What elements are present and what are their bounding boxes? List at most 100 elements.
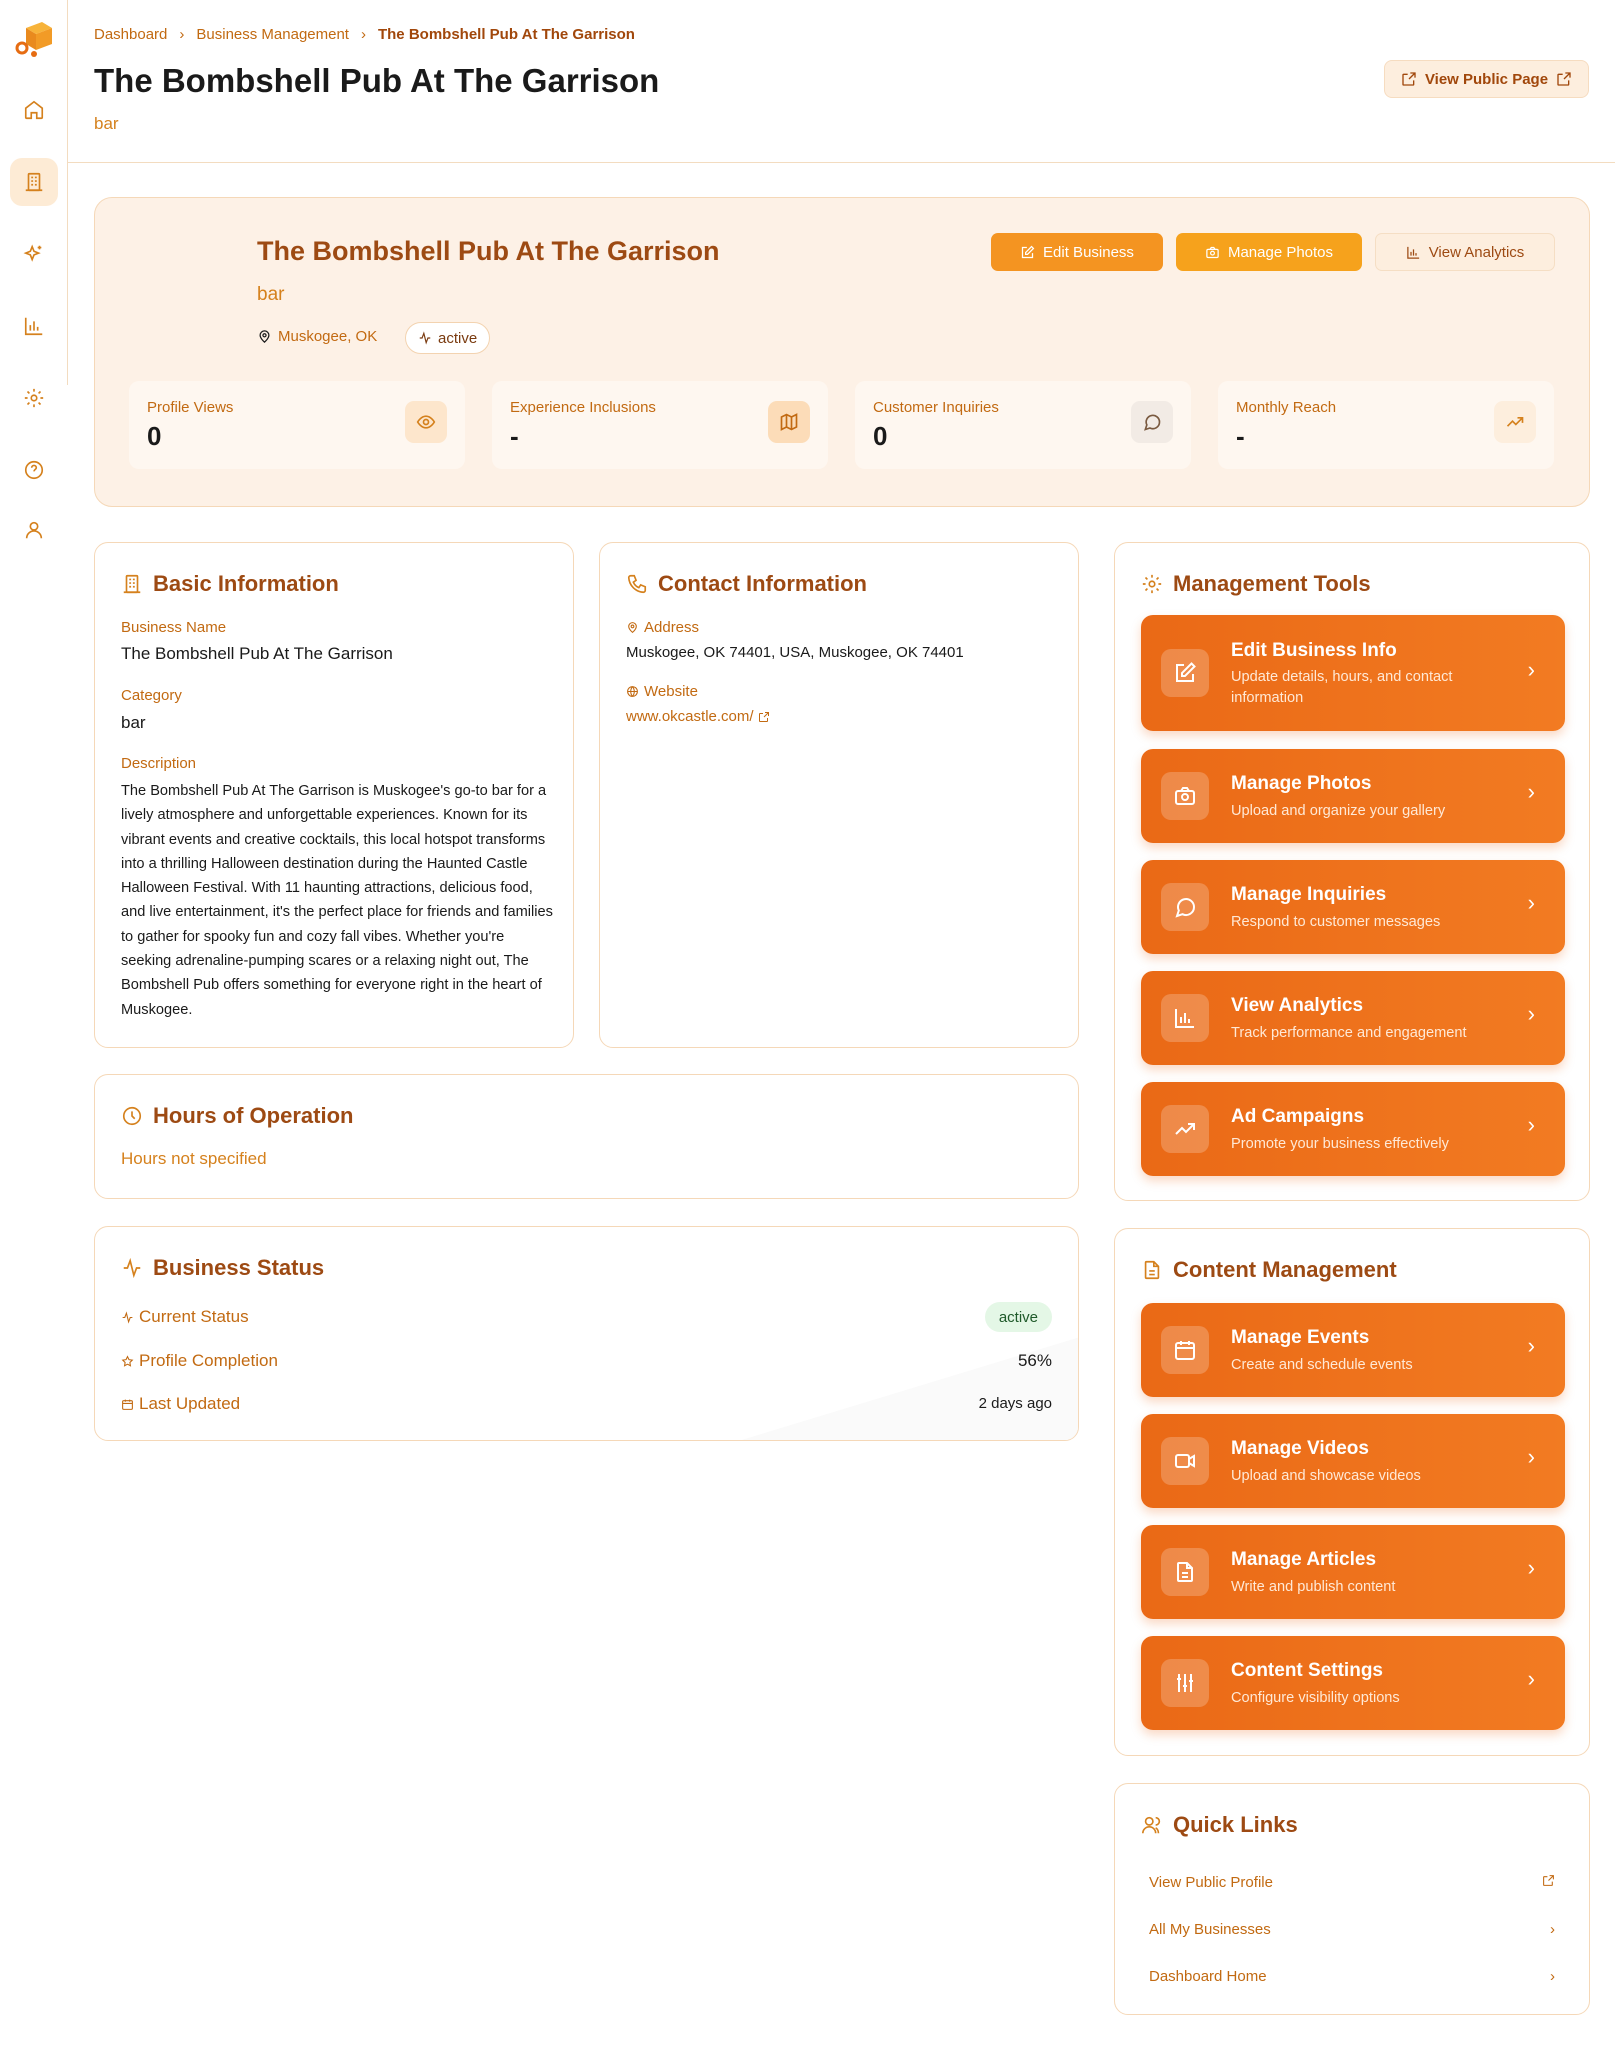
business-hero-card: The Bombshell Pub At The Garrison bar Mu… [94,197,1590,507]
last-updated-value: 2 days ago [978,1395,1052,1412]
tile-subtitle: Track performance and engagement [1231,1025,1467,1041]
stat-label: Experience Inclusions [510,399,656,416]
message-circle-icon [1131,401,1173,443]
description-text: The Bombshell Pub At The Garrison is Mus… [121,783,553,1018]
hours-of-operation-card: Hours of Operation Hours not specified [94,1074,1079,1199]
manage-inquiries-tile[interactable]: Manage Inquiries Respond to customer mes… [1141,860,1565,954]
chevron-right-icon: › [1527,1112,1535,1137]
tile-subtitle: Upload and organize your gallery [1231,803,1446,819]
stat-value: 0 [873,421,888,451]
business-status-title: Business Status [121,1255,324,1281]
status-badge-text: active [438,329,478,347]
page-title: The Bombshell Pub At The Garrison [94,62,660,99]
view-public-page-button[interactable]: View Public Page [1384,60,1589,98]
manage-photos-tile[interactable]: Manage Photos Upload and organize your g… [1141,749,1565,843]
basic-information-title: Basic Information [121,571,339,597]
map-pin-icon [259,330,270,343]
tile-title: Manage Articles [1231,1549,1377,1570]
home-icon [24,100,44,120]
sliders-icon [1161,1659,1209,1707]
chevron-right-icon: › [1527,890,1535,915]
help-circle-icon [24,460,44,480]
manage-articles-tile[interactable]: Manage Articles Write and publish conten… [1141,1525,1565,1619]
last-updated-label: Last Updated [121,1394,240,1414]
edit-business-label: Edit Business [1043,243,1134,261]
users-icon [1142,1816,1161,1834]
sidebar-item-profile[interactable] [10,506,58,554]
external-link-icon [1402,72,1416,86]
status-badge: active [405,322,491,354]
sidebar-item-experiences[interactable] [10,230,58,278]
quick-link-dashboard-home[interactable]: Dashboard Home › [1149,1968,1555,1985]
view-analytics-tile[interactable]: View Analytics Track performance and eng… [1141,971,1565,1065]
stat-label: Profile Views [147,399,234,416]
quick-links-title: Quick Links [1141,1812,1298,1838]
edit-business-button[interactable]: Edit Business [991,233,1163,271]
tile-subtitle: Write and publish content [1231,1579,1396,1595]
building-icon [123,574,141,594]
sidebar-item-analytics[interactable] [10,302,58,350]
file-text-icon [1161,1548,1209,1596]
video-icon [1161,1437,1209,1485]
chevron-right-icon: › [1527,1444,1535,1469]
ad-campaigns-tile[interactable]: Ad Campaigns Promote your business effec… [1141,1082,1565,1176]
manage-photos-button[interactable]: Manage Photos [1176,233,1362,271]
basic-information-card: Basic Information Business Name The Bomb… [94,542,574,1048]
breadcrumb-current: The Bombshell Pub At The Garrison [377,26,635,43]
category-label: Category [121,687,182,704]
sidebar-item-help[interactable] [10,446,58,494]
stat-value: - [1236,421,1245,451]
user-icon [25,521,43,539]
business-status-card: Business Status Current Status active Pr… [94,1226,1079,1441]
profile-completion-value: 56% [1017,1351,1052,1370]
sidebar-item-settings[interactable] [10,374,58,422]
card-title-text: Management Tools [1173,571,1371,596]
management-tools-title: Management Tools [1141,571,1371,597]
card-title-text: Contact Information [658,571,867,596]
quick-link-label: Dashboard Home [1149,1968,1267,1985]
view-analytics-label: View Analytics [1428,243,1525,261]
stat-experience-inclusions: Experience Inclusions - [492,381,828,469]
content-management-title: Content Management [1141,1257,1397,1283]
sidebar-item-home[interactable] [10,86,58,134]
chevron-right-icon: › [179,26,185,43]
manage-videos-tile[interactable]: Manage Videos Upload and showcase videos… [1141,1414,1565,1508]
card-title-text: Quick Links [1173,1812,1298,1837]
camera-icon [1161,772,1209,820]
tile-subtitle: Respond to customer messages [1231,914,1441,930]
tile-subtitle: Create and schedule events [1231,1357,1413,1373]
view-analytics-button[interactable]: View Analytics [1375,233,1555,271]
chevron-right-icon: › [1527,1001,1535,1026]
sparkles-icon [23,244,42,262]
website-label-text: Website [644,683,698,700]
view-public-page-label: View Public Page [1424,70,1549,88]
quick-link-view-public-profile[interactable]: View Public Profile [1149,1874,1555,1891]
hours-text: Hours not specified [121,1149,267,1168]
calendar-icon [1161,1326,1209,1374]
bar-chart-icon [1161,994,1209,1042]
chevron-right-icon: › [1550,1921,1555,1938]
external-link-icon [1557,72,1571,86]
stat-value: 0 [147,421,162,451]
stat-monthly-reach: Monthly Reach - [1218,381,1554,469]
stat-profile-views: Profile Views 0 [129,381,465,469]
quick-link-all-my-businesses[interactable]: All My Businesses › [1149,1921,1555,1938]
file-text-icon [1144,1260,1160,1280]
edit-business-info-tile[interactable]: Edit Business Info Update details, hours… [1141,615,1565,731]
edit-icon [1161,649,1209,697]
content-settings-tile[interactable]: Content Settings Configure visibility op… [1141,1636,1565,1730]
manage-events-tile[interactable]: Manage Events Create and schedule events… [1141,1303,1565,1397]
external-link-icon [758,711,769,722]
breadcrumb-business-management[interactable]: Business Management [196,26,349,43]
website-link[interactable]: www.okcastle.com/ [626,708,770,725]
tile-title: Manage Photos [1231,773,1372,794]
breadcrumb-dashboard[interactable]: Dashboard [94,26,167,43]
sidebar [0,0,68,539]
logo-icon[interactable] [12,18,56,58]
description-label: Description [121,755,197,772]
address-label-text: Address [644,619,700,636]
calendar-icon [122,1399,133,1410]
camera-icon [1206,246,1219,258]
sidebar-item-businesses[interactable] [10,158,58,206]
hero-business-name: The Bombshell Pub At The Garrison [257,236,720,266]
